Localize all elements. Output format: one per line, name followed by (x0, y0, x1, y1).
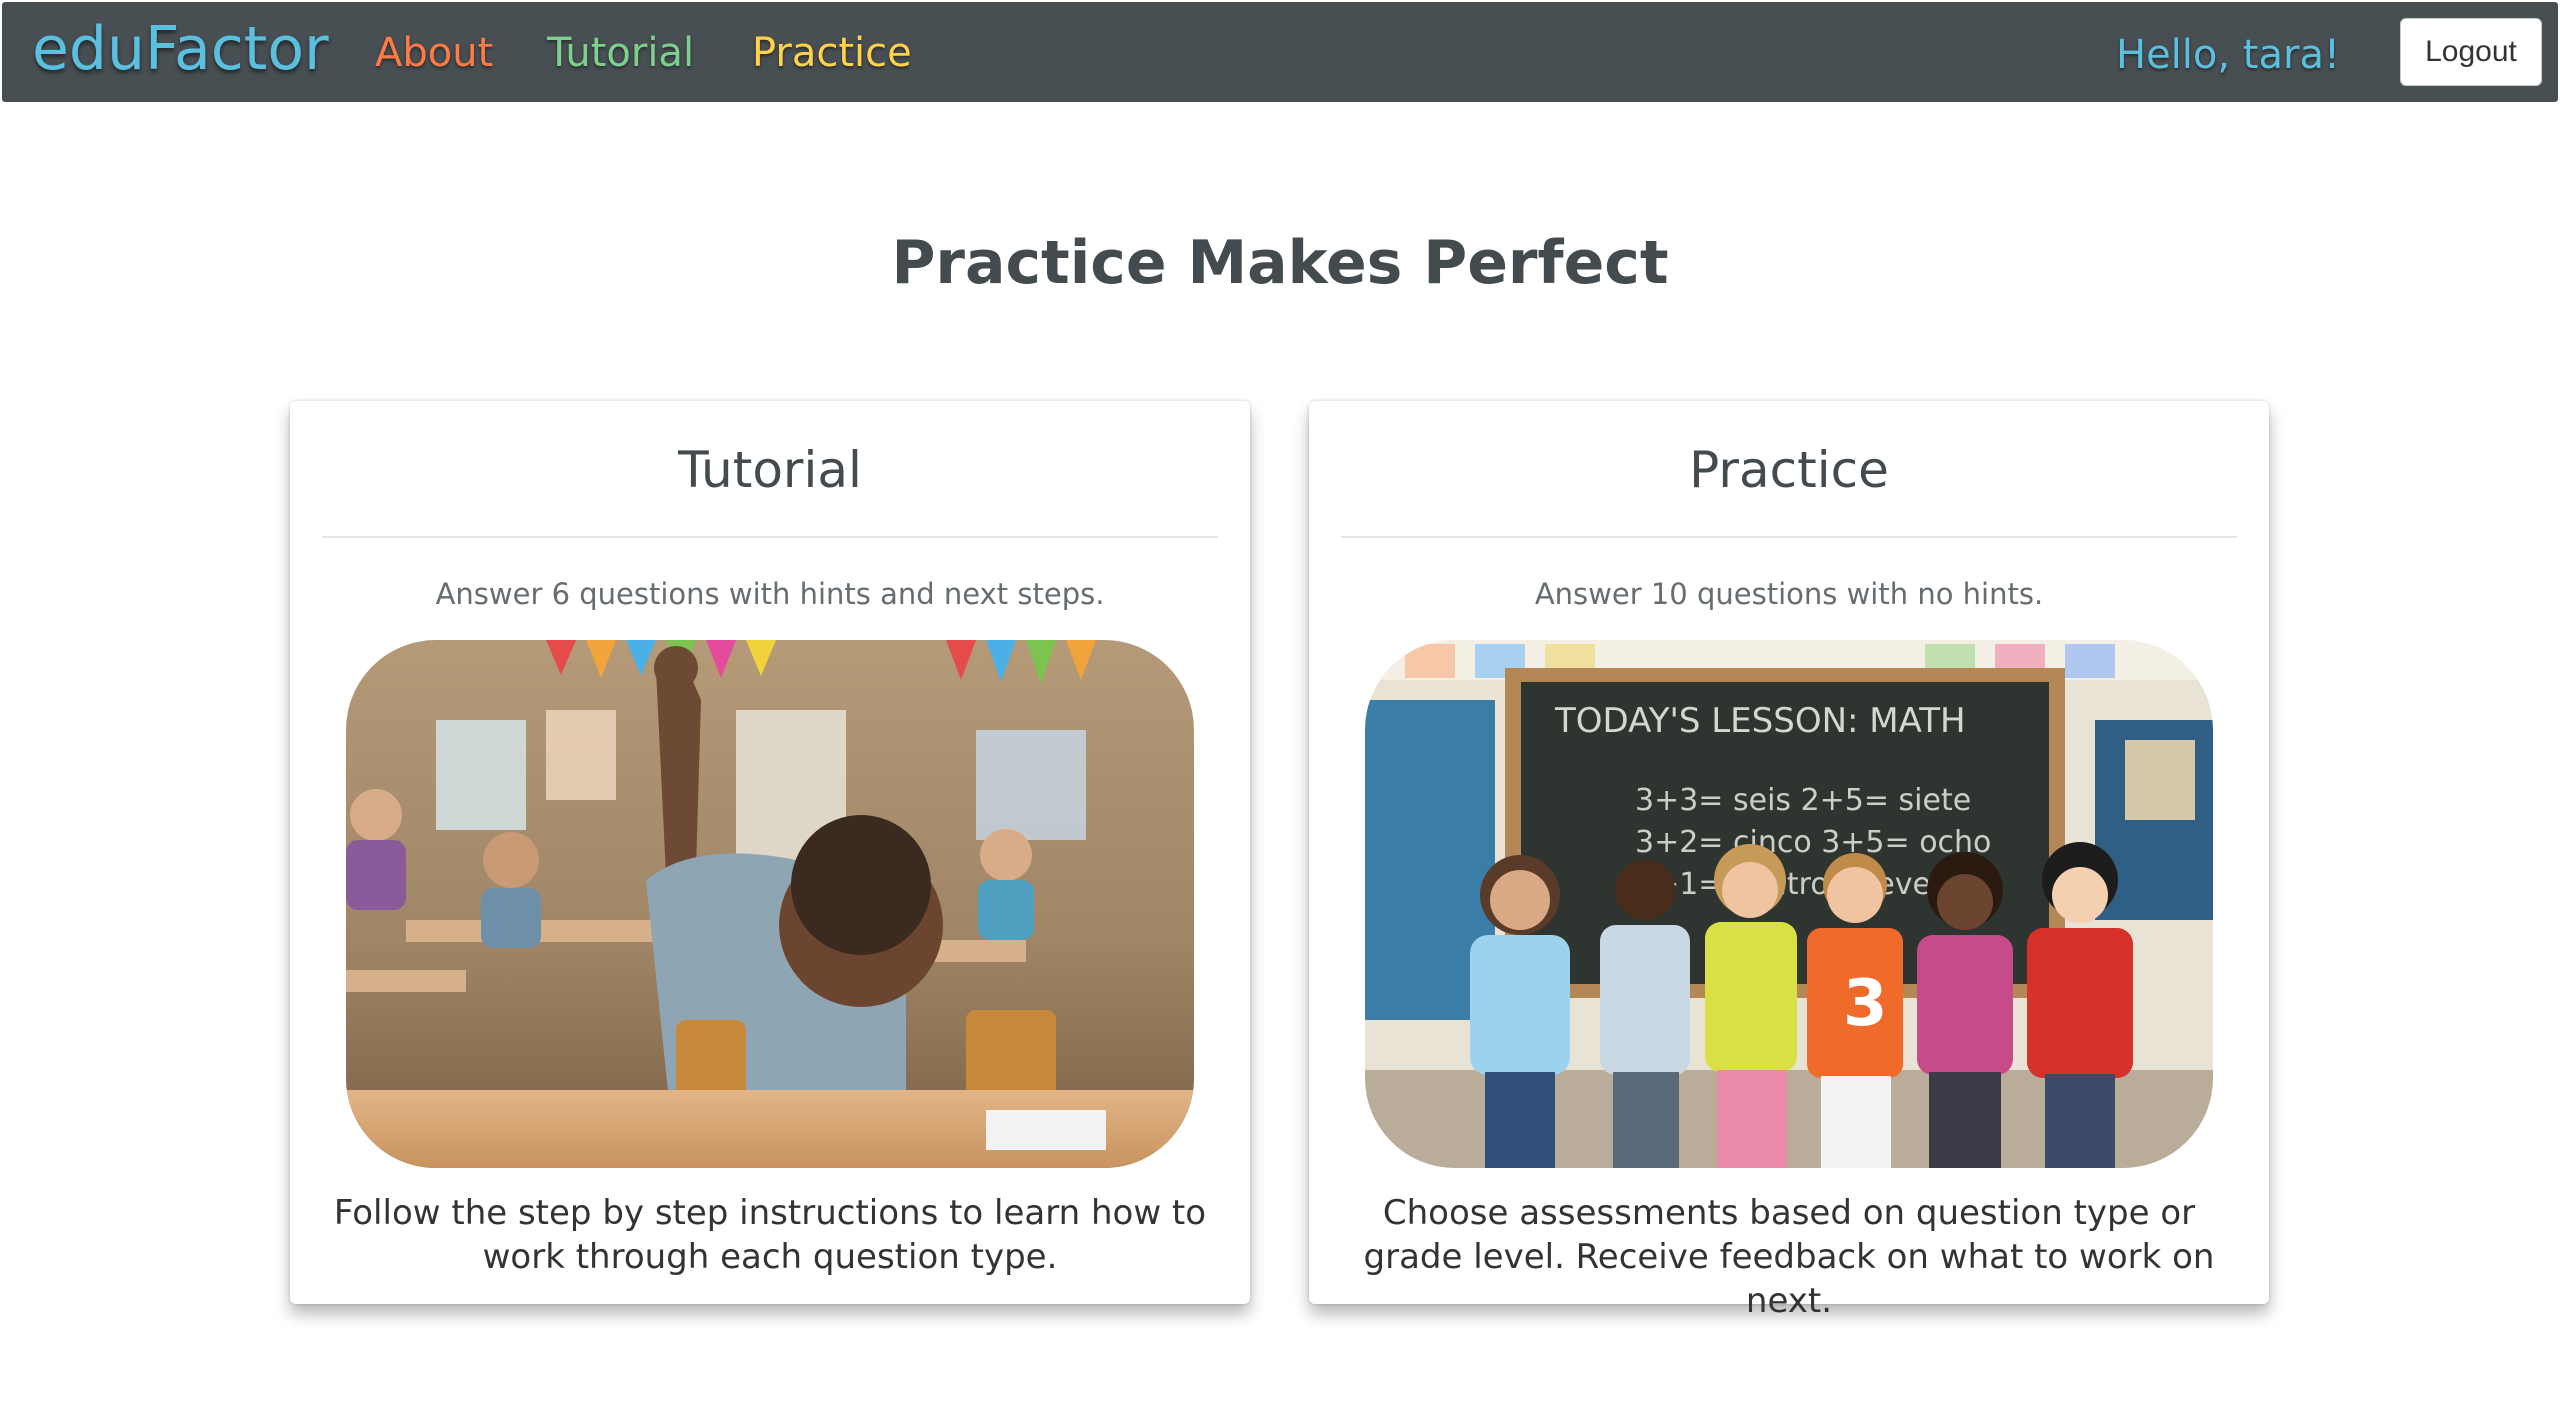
practice-card[interactable]: Practice Answer 10 questions with no hin… (1309, 401, 2269, 1321)
card-divider (322, 536, 1218, 538)
chalkboard-photo: TODAY'S LESSON: MATH 3+3= seis 2+5= siet… (1365, 640, 2213, 1168)
page-title: Practice Makes Perfect (891, 228, 1669, 298)
shirt-number: 3 (1843, 967, 1888, 1041)
tutorial-card-title: Tutorial (678, 441, 862, 499)
practice-card-description: Choose assessments based on question typ… (1363, 1193, 2215, 1321)
tutorial-card-description: Follow the step by step instructions to … (333, 1193, 1207, 1277)
nav-link-practice[interactable]: Practice (752, 30, 912, 76)
classroom-photo (346, 640, 1194, 1168)
nav-link-about[interactable]: About (375, 30, 493, 76)
practice-card-image[interactable]: TODAY'S LESSON: MATH 3+3= seis 2+5= siet… (1365, 640, 2213, 1168)
chalkboard-line-1: 3+3= seis 2+5= siete (1635, 783, 1971, 818)
tutorial-card[interactable]: Tutorial Answer 6 questions with hints a… (290, 401, 1250, 1304)
top-navbar: eduFactor About Tutorial Practice Hello,… (2, 2, 2558, 102)
logout-button[interactable]: Logout (2400, 18, 2542, 86)
nav-link-tutorial[interactable]: Tutorial (547, 30, 694, 76)
user-greeting: Hello, tara! (2115, 32, 2340, 78)
brand-logo-link[interactable]: eduFactor (32, 14, 329, 84)
tutorial-card-subtitle: Answer 6 questions with hints and next s… (435, 577, 1105, 611)
chalkboard-line-2: 3+2= cinco 3+5= ocho (1635, 825, 1991, 860)
tutorial-card-image[interactable] (346, 640, 1194, 1168)
chalkboard-heading: TODAY'S LESSON: MATH (1554, 701, 1966, 741)
practice-card-title: Practice (1689, 441, 1889, 499)
practice-card-subtitle: Answer 10 questions with no hints. (1534, 577, 2044, 611)
card-divider (1341, 536, 2237, 538)
